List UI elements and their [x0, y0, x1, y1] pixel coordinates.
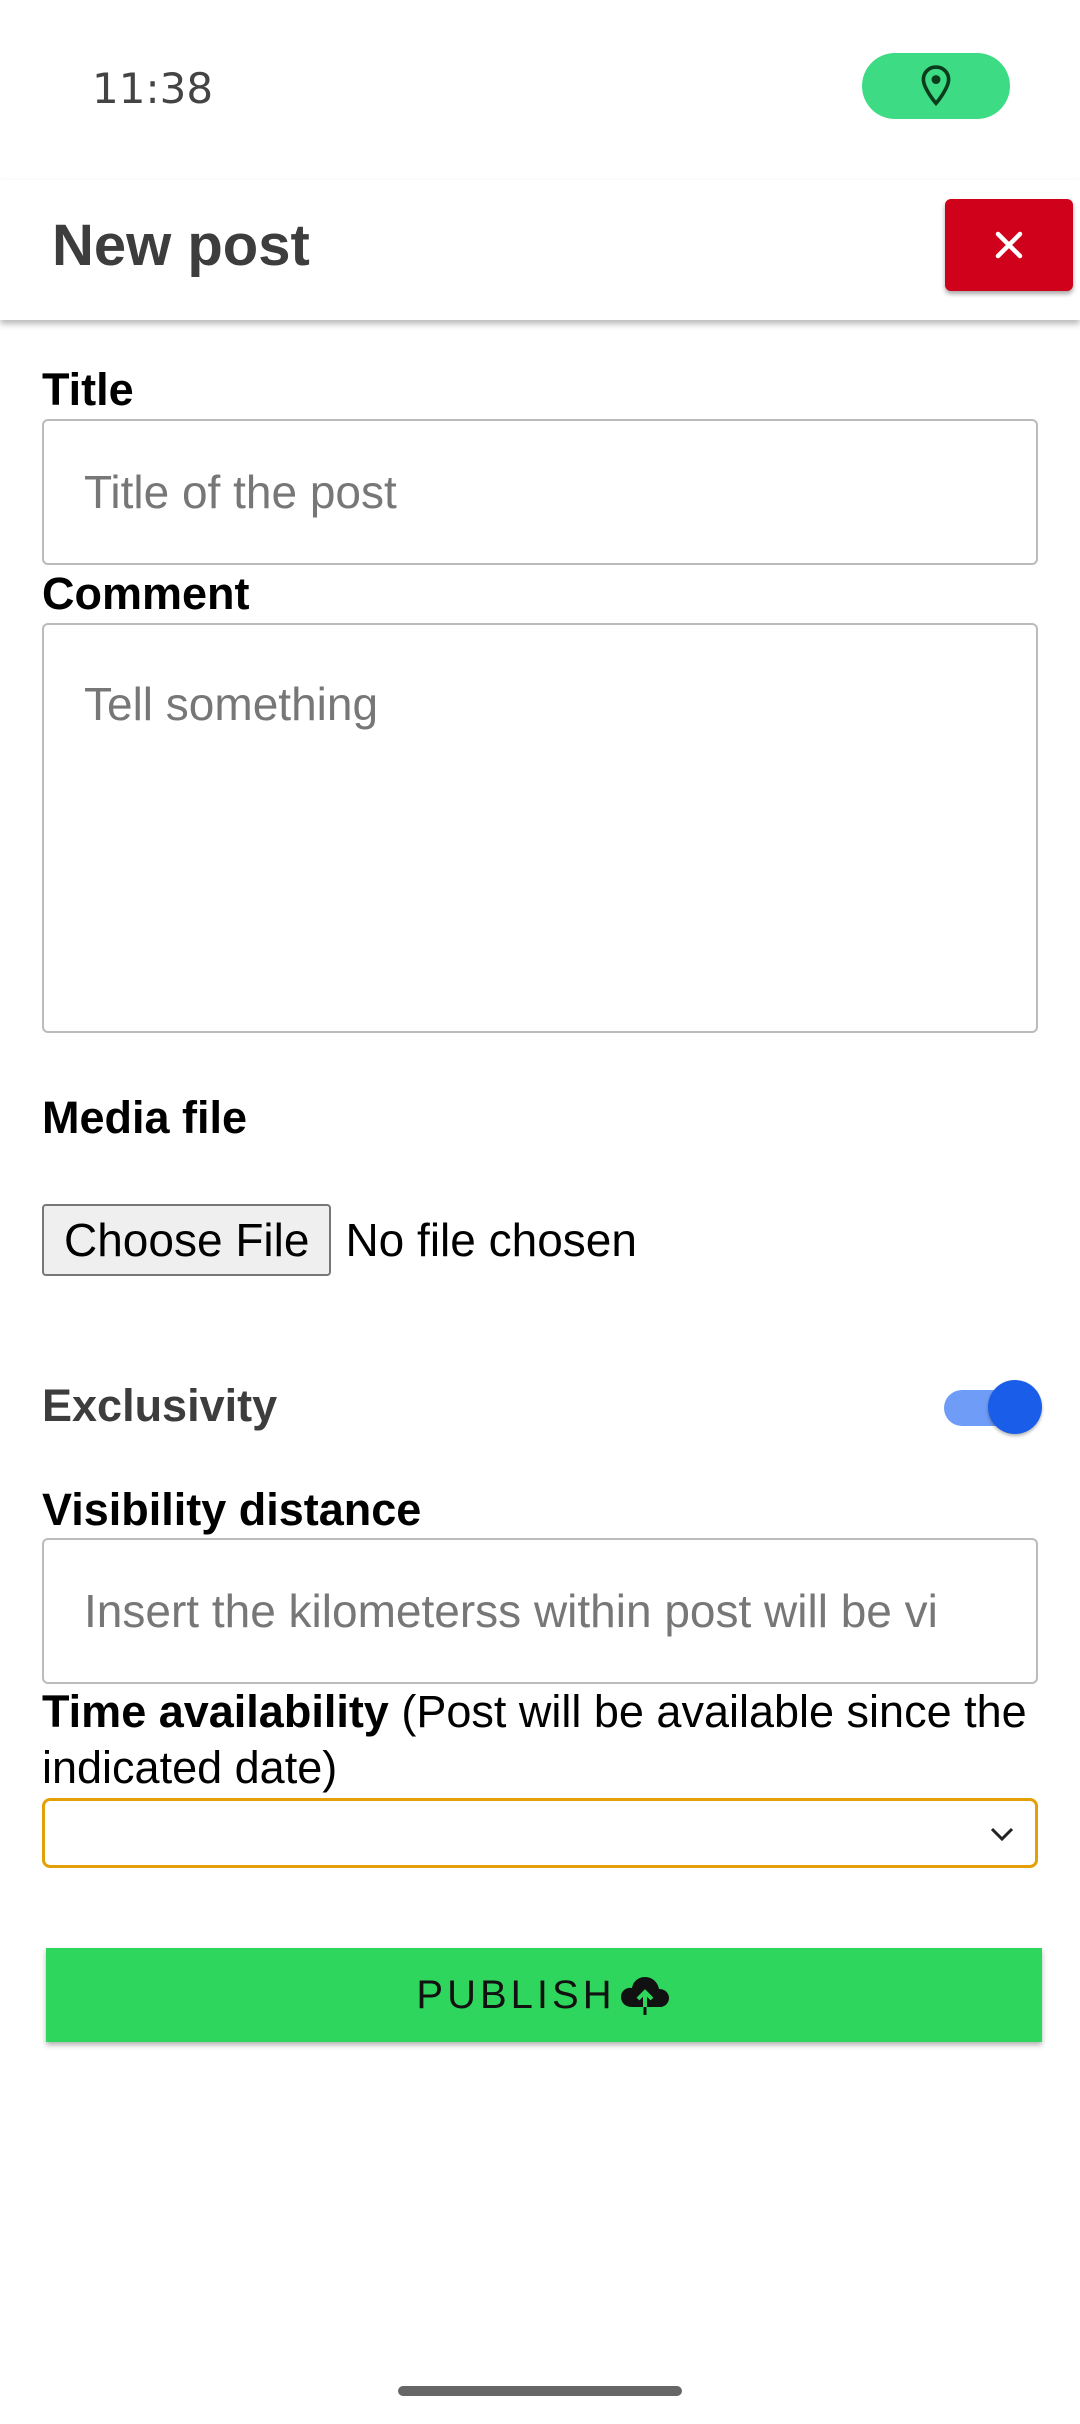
page-title: New post	[52, 213, 310, 278]
title-label: Title	[42, 364, 134, 415]
status-bar: 11:38	[0, 0, 1080, 176]
publish-button[interactable]: PUBLISH	[46, 1948, 1042, 2042]
visibility-distance-input[interactable]: Insert the kilometerss within post will …	[42, 1538, 1038, 1684]
exclusivity-label: Exclusivity	[42, 1380, 278, 1431]
home-indicator[interactable]	[398, 2386, 682, 2396]
visibility-distance-label: Visibility distance	[42, 1484, 422, 1535]
close-icon	[995, 231, 1023, 259]
time-availability-label: Time availability (Post will be availabl…	[42, 1684, 1038, 1796]
choose-file-button[interactable]: Choose File	[42, 1204, 332, 1276]
location-indicator	[862, 53, 1010, 119]
close-button[interactable]	[945, 199, 1073, 291]
file-status: No file chosen	[345, 1214, 637, 1266]
comment-textarea[interactable]: Tell something	[42, 623, 1038, 1033]
file-picker: Choose File No file chosen	[42, 1204, 637, 1276]
time-availability-select[interactable]	[42, 1798, 1038, 1868]
toggle-thumb	[988, 1380, 1042, 1434]
chevron-down-icon	[990, 1827, 1014, 1842]
publish-label: PUBLISH	[416, 1972, 616, 2017]
comment-label: Comment	[42, 568, 250, 619]
media-file-label: Media file	[42, 1092, 248, 1143]
app-header: New post	[0, 180, 1080, 320]
cloud-upload-icon	[620, 1977, 669, 2015]
exclusivity-toggle[interactable]	[942, 1380, 1042, 1434]
status-time: 11:38	[92, 64, 214, 113]
time-availability-title: Time availability	[42, 1686, 389, 1737]
location-pin-icon	[921, 65, 951, 107]
title-input[interactable]: Title of the post	[42, 419, 1038, 565]
